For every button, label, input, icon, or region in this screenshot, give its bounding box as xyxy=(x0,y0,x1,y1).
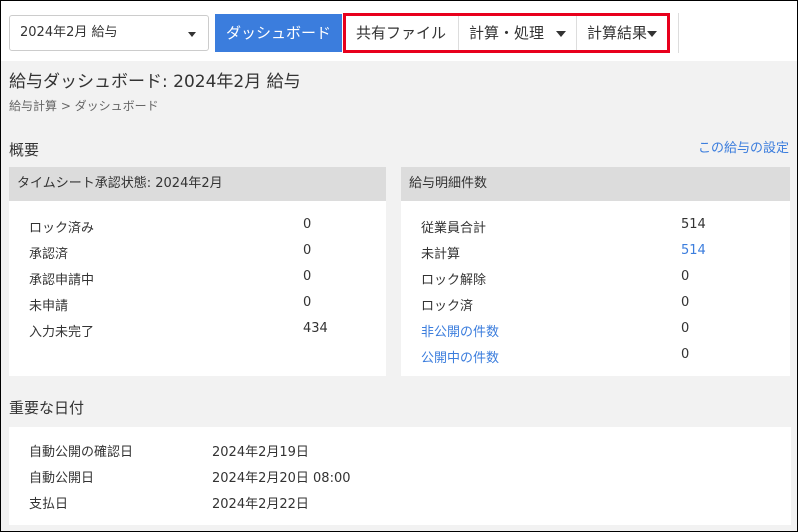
row-value: 0 xyxy=(681,347,690,362)
row-value: 434 xyxy=(303,321,328,336)
tab-calculation-results[interactable]: 計算結果 xyxy=(577,16,667,50)
row-label: 自動公開の確認日 xyxy=(29,445,134,460)
row-value: 0 xyxy=(303,295,312,310)
caret-down-icon xyxy=(188,32,196,37)
payroll-period-value: 2024年2月 給与 xyxy=(20,25,118,40)
tab-shared-files[interactable]: 共有ファイル xyxy=(346,16,459,50)
row-value: 0 xyxy=(681,295,690,310)
list-item: 非公開の件数 0 xyxy=(421,321,771,340)
row-value: 0 xyxy=(303,243,312,258)
breadcrumb[interactable]: 給与計算 > ダッシュボード xyxy=(9,97,159,114)
list-item: 自動公開の確認日 2024年2月19日 xyxy=(29,441,769,460)
list-item: 入力未完了 434 xyxy=(29,321,369,340)
unpublished-count-link[interactable]: 非公開の件数 xyxy=(421,321,499,340)
row-label: 自動公開日 xyxy=(29,471,95,486)
row-label: 承認済 xyxy=(29,247,69,262)
top-toolbar: 2024年2月 給与 ダッシュボード 共有ファイル 計算・処理 計算結果 xyxy=(1,1,797,61)
list-item: 従業員合計 514 xyxy=(421,217,771,236)
tab-dashboard[interactable]: ダッシュボード xyxy=(215,14,342,52)
row-label: 支払日 xyxy=(29,497,69,512)
list-item: 未計算 514 xyxy=(421,243,771,262)
list-item: 支払日 2024年2月22日 xyxy=(29,493,769,512)
tab-calculation-processing-label: 計算・処理 xyxy=(469,24,545,42)
uncalculated-count-link[interactable]: 514 xyxy=(681,243,706,258)
overview-section-title: 概要 xyxy=(9,141,40,159)
row-value: 0 xyxy=(303,217,312,232)
toolbar-divider xyxy=(678,13,679,53)
tab-calculation-results-label: 計算結果 xyxy=(587,24,648,42)
page-title: 給与ダッシュボード: 2024年2月 給与 xyxy=(9,72,301,92)
list-item: ロック解除 0 xyxy=(421,269,771,288)
list-item: 公開中の件数 0 xyxy=(421,347,771,366)
row-value: 2024年2月19日 xyxy=(212,445,309,460)
row-value: 0 xyxy=(303,269,312,284)
row-label: ロック解除 xyxy=(421,273,487,288)
row-label: 未計算 xyxy=(421,247,461,262)
row-value: 0 xyxy=(681,321,690,336)
row-label: ロック済み xyxy=(29,221,95,236)
row-label: ロック済 xyxy=(421,299,474,314)
payroll-period-select[interactable]: 2024年2月 給与 xyxy=(9,15,209,51)
timesheet-panel-title: タイムシート承認状態: 2024年2月 xyxy=(9,167,386,201)
list-item: 承認申請中 0 xyxy=(29,269,369,288)
payroll-dashboard-window: 2024年2月 給与 ダッシュボード 共有ファイル 計算・処理 計算結果 給与ダ… xyxy=(0,0,798,532)
tab-calculation-processing[interactable]: 計算・処理 xyxy=(459,16,577,50)
important-dates-title: 重要な日付 xyxy=(9,399,85,417)
row-label: 承認申請中 xyxy=(29,273,95,288)
caret-down-icon xyxy=(556,31,566,37)
row-value: 514 xyxy=(681,217,706,232)
payslip-counts-panel: 給与明細件数 従業員合計 514 未計算 514 ロック解除 0 ロック済 0 … xyxy=(401,167,790,376)
row-label: 従業員合計 xyxy=(421,221,487,236)
important-dates-panel: 自動公開の確認日 2024年2月19日 自動公開日 2024年2月20日 08:… xyxy=(9,427,791,525)
tab-shared-files-label: 共有ファイル xyxy=(356,24,447,42)
payslip-panel-title: 給与明細件数 xyxy=(401,167,790,201)
list-item: 未申請 0 xyxy=(29,295,369,314)
list-item: ロック済み 0 xyxy=(29,217,369,236)
list-item: 承認済 0 xyxy=(29,243,369,262)
highlighted-tab-group: 共有ファイル 計算・処理 計算結果 xyxy=(343,13,670,53)
row-label: 未申請 xyxy=(29,299,69,314)
row-value: 2024年2月20日 08:00 xyxy=(212,471,351,486)
published-count-link[interactable]: 公開中の件数 xyxy=(421,347,499,366)
list-item: 自動公開日 2024年2月20日 08:00 xyxy=(29,467,769,486)
caret-down-icon xyxy=(647,31,657,37)
row-value: 0 xyxy=(681,269,690,284)
row-label: 入力未完了 xyxy=(29,325,95,340)
list-item: ロック済 0 xyxy=(421,295,771,314)
payroll-settings-link[interactable]: この給与の設定 xyxy=(698,137,789,156)
timesheet-status-panel: タイムシート承認状態: 2024年2月 ロック済み 0 承認済 0 承認申請中 … xyxy=(9,167,386,376)
row-value: 2024年2月22日 xyxy=(212,497,309,512)
